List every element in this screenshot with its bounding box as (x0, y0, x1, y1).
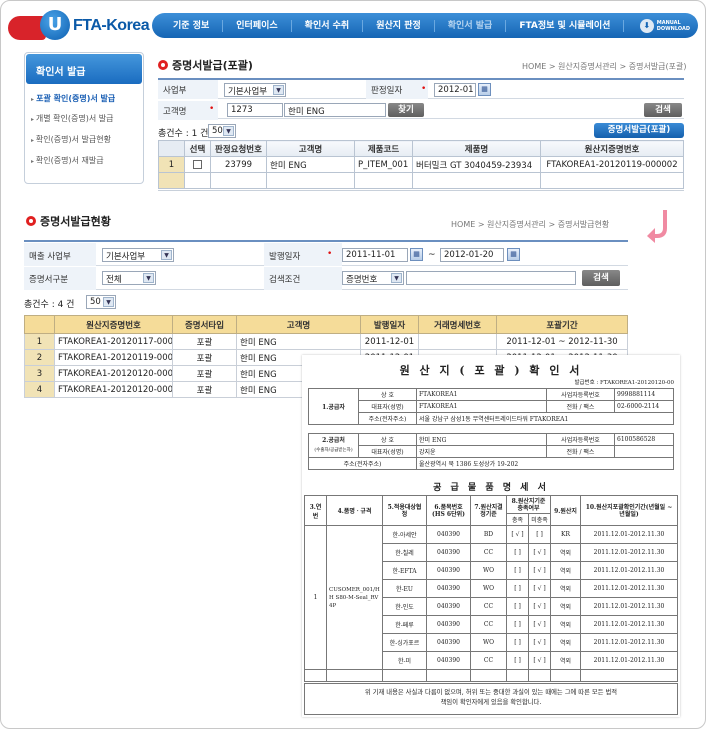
sales-division-label: 매출 사업부 (24, 243, 96, 266)
nav-origin[interactable]: 원산지 판정 (363, 19, 435, 32)
title-bullet-icon (26, 216, 36, 226)
chevron-down-icon: ▼ (391, 273, 402, 283)
col-cert-no: 원산지증명번호 (540, 140, 684, 157)
nav-fta-info[interactable]: FTA정보 및 시뮬레이션 (506, 19, 625, 32)
section1-title: 증명서발급(포괄) (158, 57, 253, 73)
search-condition-select[interactable]: 증명번호 ▼ (342, 271, 404, 285)
nav-basic-info[interactable]: 기준 정보 (160, 19, 224, 32)
menu-item-single-issue[interactable]: 개별 확인(증명)서 발급 (31, 113, 114, 124)
top-nav: 기준 정보 인터페이스 확인서 수취 원산지 판정 확인서 발급 FTA정보 및… (152, 13, 698, 38)
table-row[interactable]: 1 FTAKOREA1-20120117-00000 포괄 한미 ENG 2011-12… (24, 333, 628, 350)
total-count: 총건수 : 1 건 (158, 129, 209, 139)
menu-item-blanket-issue[interactable]: 포괄 확인(증명)서 발급 (31, 93, 115, 104)
col-product-name: 제품명 (412, 140, 541, 157)
breadcrumb: HOME > 원산지증명서관리 > 증명서발급현황 (451, 220, 610, 229)
menu-item-reissue[interactable]: 확인(증명)서 재발급 (31, 155, 104, 166)
col-product-code: 제품코드 (354, 140, 413, 157)
logo-text[interactable]: FTA-Korea (73, 17, 150, 35)
left-menu-title: 확인서 발급 (26, 54, 142, 84)
page-size-select[interactable]: 50 ▼ (208, 124, 236, 138)
search-input[interactable] (406, 271, 576, 285)
required-icon: • (209, 104, 215, 114)
chevron-down-icon: ▼ (103, 297, 114, 307)
download-icon: ⬇ (639, 18, 654, 33)
chevron-down-icon: ▼ (223, 126, 234, 136)
required-icon: • (421, 84, 427, 94)
col-cert-type: 증명서타입 (172, 315, 237, 334)
col-customer: 고객명 (236, 315, 361, 334)
date-label: 판정일자 (366, 80, 428, 99)
col-customer: 고객명 (266, 140, 355, 157)
calendar-icon[interactable]: ▦ (507, 248, 520, 261)
menu-item-issue-status[interactable]: 확인(증명)서 발급현황 (31, 134, 111, 145)
section2-title: 증명서발급현황 (26, 213, 111, 229)
nav-receive[interactable]: 확인서 수취 (292, 19, 364, 32)
breadcrumb: HOME > 원산지증명서관리 > 증명서발급(포괄) (522, 62, 687, 71)
logo-mark: U (40, 10, 70, 40)
date-from-input[interactable]: 2011-11-01 (342, 248, 408, 262)
table-row[interactable]: 1 23799 한미 ENG P_ITEM_001 버터밀크 GT 304045… (158, 156, 684, 173)
receiver-table: 2.공급처 (수출자/공급받는자) 상 호 한미 ENG 사업자등록번호 61005865… (308, 433, 674, 470)
spec-title: 공 급 물 품 명 세 서 (433, 483, 549, 493)
nav-issue[interactable]: 확인서 발급 (435, 19, 507, 32)
search-condition-label: 검색조건 (264, 267, 342, 290)
supplier-table: 1.공급자 상 호 FTAKOREA1 사업자등록번호 9998881114 대표자(성… (308, 388, 674, 425)
business-label: 사업부 (158, 80, 218, 99)
search-button[interactable]: 검색 (644, 103, 682, 117)
cert-type-select[interactable]: 전체 ▼ (102, 271, 156, 285)
title-bullet-icon (158, 60, 168, 70)
chevron-down-icon: ▼ (143, 273, 154, 283)
col-request-no: 판정요청번호 (210, 140, 267, 157)
spec-table: 3.연번 4.품명ㆍ규격 5.적용대상협정 6.품목번호(HS 6단위) 7.원… (304, 495, 678, 682)
page-size-select[interactable]: 50 ▼ (86, 295, 116, 309)
manual-download-button[interactable]: ⬇ MANUAL DOWNLOAD (639, 18, 690, 33)
search-button[interactable]: 검색 (582, 270, 620, 286)
total-count: 총건수 : 4 건 (24, 300, 75, 310)
issue-blanket-button[interactable]: 증명서발급(포괄) (594, 123, 684, 138)
download-label: DOWNLOAD (656, 25, 690, 32)
find-button[interactable]: 찾기 (388, 103, 424, 117)
certificate-document: 원 산 지 ( 포 괄 ) 확 인 서 발급번호 : FTAKOREA1-201… (302, 355, 680, 717)
business-select[interactable]: 기본사업부 ▼ (224, 83, 286, 97)
date-separator: ~ (428, 250, 436, 260)
col-cert-no: 원산지증명번호 (54, 315, 173, 334)
nav-interface[interactable]: 인터페이스 (223, 19, 292, 32)
cert-type-label: 증명서구분 (24, 267, 96, 290)
issue-number: 발급번호 : FTAKOREA1-20120120-00 (574, 380, 674, 386)
col-select: 선택 (184, 140, 211, 157)
chevron-down-icon: ▼ (273, 85, 284, 95)
chevron-down-icon: ▼ (161, 250, 172, 260)
sales-division-select[interactable]: 기본사업부 ▼ (102, 248, 174, 262)
curved-arrow-icon (647, 210, 667, 243)
col-issue-date: 발행일자 (360, 315, 419, 334)
required-icon: • (327, 249, 333, 259)
customer-name-input[interactable]: 한미 ENG (284, 103, 386, 117)
col-header (158, 140, 185, 157)
col-period: 포괄기간 (496, 315, 628, 334)
customer-code-input[interactable]: 1273 (227, 103, 283, 117)
date-to-input[interactable]: 2012-01-20 (440, 248, 504, 262)
document-title: 원 산 지 ( 포 괄 ) 확 인 서 (399, 364, 583, 377)
row-checkbox[interactable] (193, 159, 202, 169)
issue-table: 선택 판정요청번호 고객명 제품코드 제품명 원산지증명번호 1 23799 한… (158, 140, 684, 189)
judge-date-input[interactable]: 2012-01 (434, 83, 476, 97)
col-deal-no: 거래명세번호 (418, 315, 497, 334)
document-footer: 위 기재 내용은 사실과 다름이 없으며, 허위 또는 중대한 과실이 있는 때… (304, 683, 678, 715)
calendar-icon[interactable]: ▦ (410, 248, 423, 261)
calendar-icon[interactable]: ▦ (478, 83, 491, 96)
